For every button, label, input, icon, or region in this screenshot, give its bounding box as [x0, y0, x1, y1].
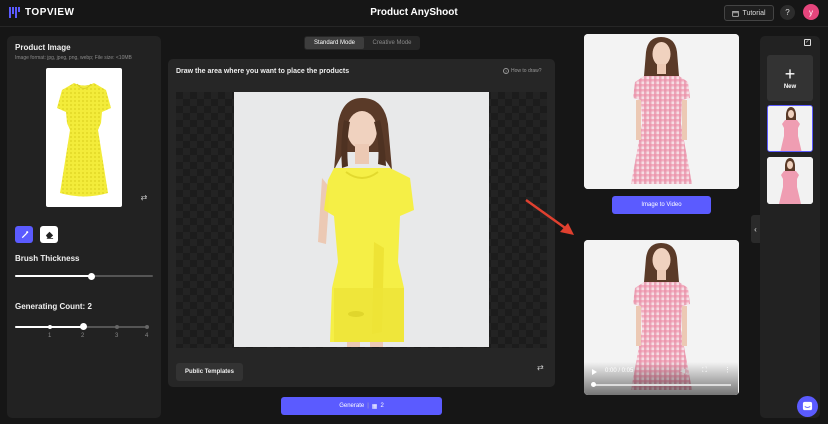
history-item[interactable]	[767, 157, 813, 204]
collapse-history-button[interactable]: ‹	[751, 215, 760, 243]
dress-image	[57, 83, 111, 197]
chat-icon	[802, 401, 813, 411]
history-thumb-image	[768, 106, 812, 151]
chat-support-button[interactable]	[797, 396, 818, 417]
play-icon[interactable]	[592, 369, 597, 375]
generate-label: Generate	[339, 403, 365, 409]
page-title: Product AnyShoot	[370, 7, 458, 18]
generate-credits: 2	[380, 403, 384, 409]
canvas-instruction: Draw the area where you want to place th…	[176, 68, 350, 75]
generate-button[interactable]: Generate | ▦ 2	[281, 397, 442, 415]
model-photo[interactable]	[234, 92, 489, 347]
more-icon[interactable]: ⋮	[724, 366, 731, 374]
result-video[interactable]: 0:00 / 0:05 ◀) ⛶ ⋮	[584, 240, 739, 395]
eraser-tool-button[interactable]	[40, 226, 58, 243]
brush-thickness-label: Brush Thickness	[15, 254, 80, 263]
plus-icon: +	[784, 63, 796, 84]
count-dot-3	[115, 325, 119, 329]
history-thumb-image	[767, 157, 813, 204]
product-image-title: Product Image	[15, 43, 71, 52]
drawing-canvas[interactable]: ⇄	[176, 92, 547, 372]
calendar-icon	[732, 10, 740, 17]
count-tick: 2	[81, 333, 85, 339]
avatar[interactable]: y	[803, 4, 819, 20]
model-image	[234, 92, 489, 347]
history-item[interactable]	[767, 105, 813, 152]
slider-knob[interactable]	[87, 273, 95, 280]
new-button[interactable]: + New	[767, 55, 813, 101]
count-dot-1	[48, 325, 52, 329]
format-hint: Image format: jpg, jpeg, png, webp; File…	[15, 55, 132, 61]
separator: |	[367, 403, 369, 409]
slider-fill	[15, 275, 91, 277]
count-tick: 4	[145, 333, 149, 339]
result-photo-1	[584, 34, 739, 189]
public-templates-button[interactable]: Public Templates	[176, 363, 243, 381]
tab-creative-mode[interactable]: Creative Mode	[365, 37, 419, 49]
select-checkbox-icon[interactable]: ✓	[804, 39, 811, 46]
video-progress-knob[interactable]	[591, 382, 596, 387]
swap-icon[interactable]: ⇄	[138, 191, 150, 203]
count-dot-4	[145, 325, 149, 329]
video-time: 0:00 / 0:05	[605, 368, 634, 374]
volume-icon[interactable]: ◀)	[680, 367, 688, 375]
logo[interactable]: TOPVIEW	[9, 7, 74, 18]
swap-icon[interactable]: ⇄	[537, 363, 544, 372]
result-image-1[interactable]	[584, 34, 739, 189]
video-controls: 0:00 / 0:05 ◀) ⛶ ⋮	[584, 362, 738, 395]
image-to-video-button[interactable]: Image to Video	[612, 196, 711, 214]
arrow-annotation	[525, 199, 574, 235]
count-tick: 3	[115, 333, 119, 339]
brush-icon	[21, 231, 28, 239]
left-panel: Product Image Image format: jpg, jpeg, p…	[7, 36, 161, 418]
tab-standard-mode[interactable]: Standard Mode	[305, 37, 364, 49]
count-knob[interactable]	[80, 323, 87, 330]
mode-toggle: Standard Mode Creative Mode	[304, 36, 420, 50]
video-progress-track[interactable]	[593, 384, 731, 386]
new-label: New	[783, 83, 797, 90]
tutorial-button[interactable]: Tutorial	[724, 5, 774, 21]
eraser-icon	[45, 231, 53, 239]
generating-count-label: Generating Count: 2	[15, 302, 92, 311]
help-button[interactable]: ?	[780, 5, 795, 20]
how-to-draw-link[interactable]: ? How to draw?	[503, 68, 542, 74]
brush-tool-button[interactable]	[15, 226, 33, 243]
top-bar: TOPVIEW Product AnyShoot Tutorial ? y	[0, 0, 828, 27]
product-image[interactable]	[46, 68, 122, 207]
logo-text: TOPVIEW	[25, 7, 75, 18]
fullscreen-icon[interactable]: ⛶	[702, 367, 707, 375]
tutorial-label: Tutorial	[742, 9, 766, 17]
history-panel: ✓ + New	[760, 36, 820, 418]
logo-icon	[9, 7, 20, 18]
credit-icon: ▦	[371, 403, 378, 410]
count-tick: 1	[48, 333, 52, 339]
question-icon: ?	[503, 68, 509, 74]
how-to-label: How to draw?	[511, 68, 542, 74]
canvas-panel: Draw the area where you want to place th…	[168, 59, 555, 387]
